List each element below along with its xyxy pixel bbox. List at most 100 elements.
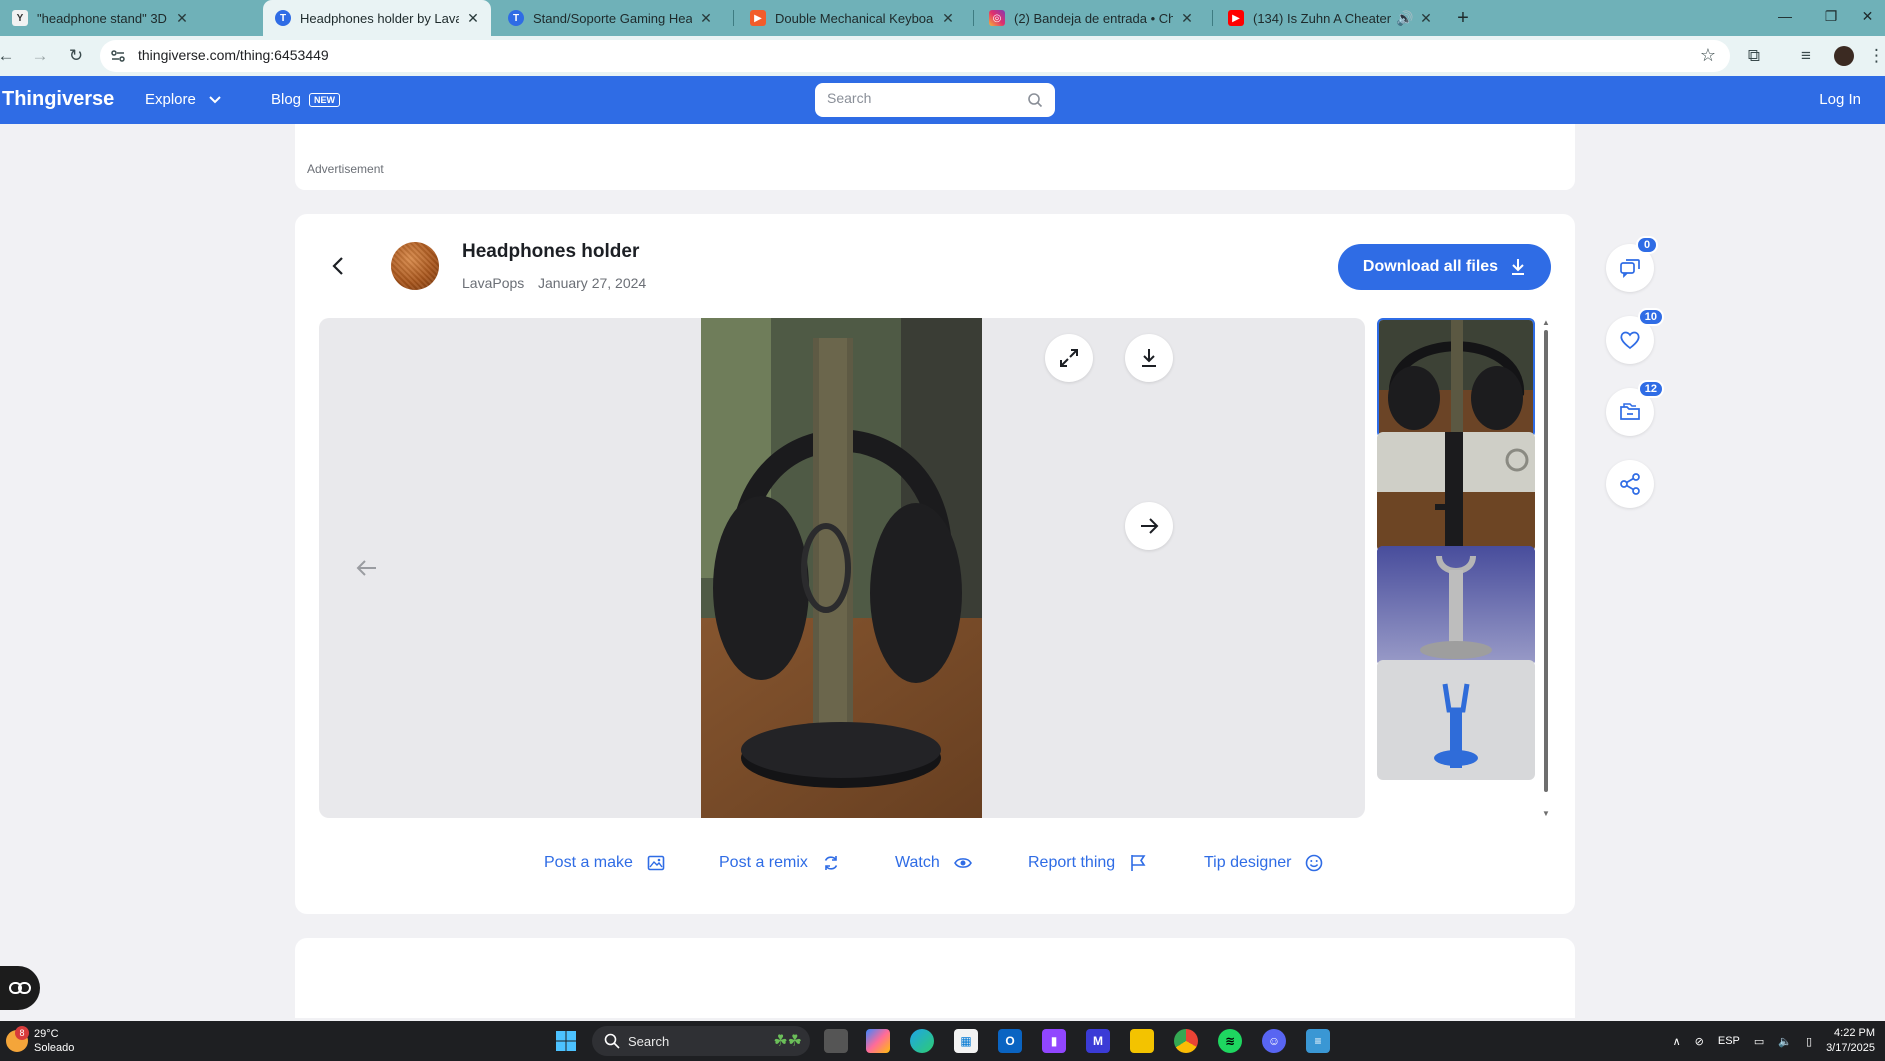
temperature: 29°C	[34, 1028, 59, 1040]
remix-icon	[824, 856, 838, 870]
chrome-menu-icon[interactable]: ⋮	[1868, 44, 1885, 68]
back-icon[interactable]: ←	[0, 44, 18, 68]
store-icon[interactable]: ▦	[954, 1029, 978, 1053]
app-icon[interactable]: M	[1086, 1029, 1110, 1053]
media-controls-icon[interactable]: ≡	[1794, 44, 1818, 68]
author-link[interactable]: LavaPops	[462, 275, 524, 291]
twitch-icon[interactable]: ▮	[1042, 1029, 1066, 1053]
scroll-up-icon[interactable]: ▲	[1542, 318, 1550, 327]
reload-icon[interactable]: ↻	[64, 44, 88, 68]
notepad-icon[interactable]: ≡	[1306, 1029, 1330, 1053]
copilot-icon[interactable]	[866, 1029, 890, 1053]
report-thing-button[interactable]: Report thing	[1028, 854, 1147, 872]
scroll-down-icon[interactable]: ▼	[1542, 809, 1550, 818]
post-a-remix-label: Post a remix	[719, 854, 808, 871]
discord-icon[interactable]: ☺	[1262, 1029, 1286, 1053]
share-button[interactable]	[1606, 460, 1654, 508]
site-info-icon[interactable]	[110, 48, 126, 64]
system-tray: ∧ ⊘ ESP ▭ 🔈 ▯ 4:22 PM 3/17/2025	[1673, 1025, 1875, 1057]
browser-tab[interactable]: ◎ (2) Bandeja de entrada • Chats ✕	[977, 0, 1205, 36]
explore-menu[interactable]: Explore	[145, 91, 222, 108]
browser-tab-active[interactable]: T Headphones holder by LavaPops ✕	[263, 0, 491, 36]
weather-widget[interactable]: 8 29°C Soleado	[6, 1026, 74, 1055]
post-a-make-button[interactable]: Post a make	[544, 854, 665, 872]
taskbar-search[interactable]: Search ☘☘	[592, 1026, 810, 1056]
outlook-icon[interactable]: O	[998, 1029, 1022, 1053]
speaker-icon[interactable]: 🔊	[1396, 10, 1413, 27]
close-window-button[interactable]: ✕	[1850, 0, 1885, 32]
thumbnail-scrollbar[interactable]: ▲ ▼	[1541, 318, 1551, 818]
minimize-button[interactable]: —	[1762, 0, 1808, 32]
thing-card: Headphones holder LavaPops January 27, 2…	[295, 214, 1575, 914]
blog-link[interactable]: Blog NEW	[271, 91, 341, 108]
thingiverse-logo[interactable]: Thingiverse	[2, 88, 114, 111]
thumbnail-4[interactable]	[1377, 660, 1535, 780]
language-indicator[interactable]: ESP	[1718, 1035, 1740, 1047]
download-icon	[1142, 349, 1156, 367]
new-tab-button[interactable]: +	[1440, 2, 1486, 34]
collect-button[interactable]: 12	[1606, 380, 1664, 436]
image-icon	[647, 855, 665, 871]
address-bar[interactable]: thingiverse.com/thing:6453449 ☆	[100, 40, 1730, 72]
tip-designer-button[interactable]: Tip designer	[1204, 854, 1323, 872]
close-icon[interactable]: ✕	[465, 10, 481, 27]
search-icon[interactable]	[1027, 92, 1043, 108]
browser-tab[interactable]: T Stand/Soporte Gaming Headph ✕	[496, 0, 724, 36]
comments-count-badge: 0	[1636, 236, 1658, 254]
search-input[interactable]	[827, 90, 1017, 106]
extensions-icon[interactable]: ⧉	[1742, 44, 1766, 68]
restore-button[interactable]: ❐	[1808, 0, 1854, 32]
thumbnail-2[interactable]	[1377, 432, 1535, 552]
close-icon[interactable]: ✕	[698, 10, 714, 27]
browser-tab[interactable]: ▶ (134) Is Zuhn A Cheater Or 🔊 ✕	[1216, 0, 1444, 36]
spotify-icon[interactable]: ≋	[1218, 1029, 1242, 1053]
thumbnail-1[interactable]	[1377, 318, 1535, 438]
fullscreen-button[interactable]	[1045, 334, 1093, 382]
clover-icon: ☘☘	[773, 1033, 802, 1050]
search-box[interactable]	[815, 83, 1055, 117]
post-a-remix-button[interactable]: Post a remix	[719, 854, 840, 872]
forward-icon[interactable]: →	[28, 44, 52, 68]
tab-title: "headphone stand" 3D Models	[37, 10, 168, 26]
profile-avatar[interactable]	[1832, 44, 1856, 68]
next-image-button[interactable]	[1125, 502, 1173, 550]
instagram-icon: ◎	[989, 10, 1005, 26]
advertisement-card: Advertisement	[295, 124, 1575, 190]
edge-icon[interactable]	[910, 1029, 934, 1053]
task-view-icon[interactable]	[824, 1029, 848, 1053]
scrollbar-thumb[interactable]	[1544, 330, 1548, 792]
clock[interactable]: 4:22 PM 3/17/2025	[1826, 1026, 1875, 1056]
previous-image-arrow-icon[interactable]	[355, 556, 379, 580]
collections-count-badge: 12	[1637, 380, 1664, 398]
login-link[interactable]: Log In	[1819, 91, 1861, 108]
sun-icon: 8	[6, 1026, 29, 1052]
network-icon[interactable]: ⊘	[1695, 1035, 1704, 1048]
main-photo[interactable]	[701, 318, 982, 818]
bookmark-star-icon[interactable]: ☆	[1700, 45, 1716, 66]
thumbnail-image	[1377, 660, 1535, 780]
display-icon[interactable]: ▭	[1754, 1035, 1764, 1048]
windows-start-icon[interactable]	[554, 1029, 578, 1053]
volume-icon[interactable]: 🔈	[1778, 1035, 1792, 1048]
close-icon[interactable]: ✕	[1418, 10, 1434, 27]
author-avatar[interactable]	[391, 242, 439, 290]
watch-button[interactable]: Watch	[895, 854, 972, 872]
chevron-up-icon[interactable]: ∧	[1673, 1035, 1681, 1048]
flag-icon	[1131, 855, 1146, 871]
back-arrow-icon[interactable]	[327, 254, 351, 278]
advertisement-label: Advertisement	[307, 162, 384, 176]
browser-tab[interactable]: Y "headphone stand" 3D Models ✕	[0, 0, 200, 36]
chrome-icon[interactable]	[1174, 1029, 1198, 1053]
battery-icon[interactable]: ▯	[1806, 1035, 1812, 1048]
close-icon[interactable]: ✕	[174, 10, 190, 27]
close-icon[interactable]: ✕	[1179, 10, 1195, 27]
like-button[interactable]: 10	[1606, 308, 1664, 364]
download-all-button[interactable]: Download all files	[1338, 244, 1551, 290]
browser-tab[interactable]: ▶ Double Mechanical Keyboard S ✕	[738, 0, 966, 36]
floating-link-button[interactable]	[0, 966, 40, 1010]
comments-button[interactable]: 0	[1606, 236, 1658, 292]
download-image-button[interactable]	[1125, 334, 1173, 382]
file-explorer-icon[interactable]	[1130, 1029, 1154, 1053]
thumbnail-3[interactable]	[1377, 546, 1535, 666]
close-icon[interactable]: ✕	[940, 10, 956, 27]
